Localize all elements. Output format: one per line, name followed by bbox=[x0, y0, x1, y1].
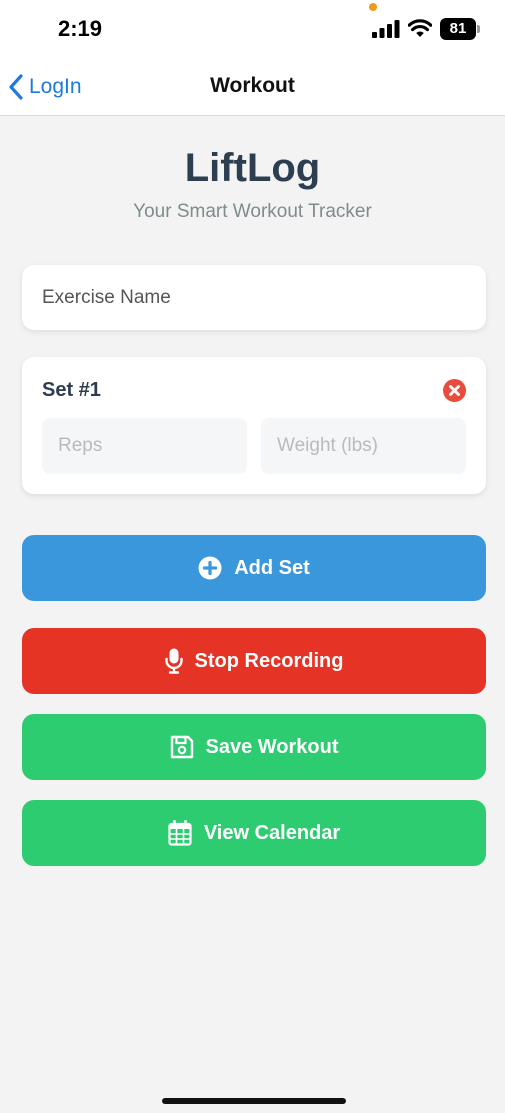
add-set-button[interactable]: Add Set bbox=[22, 535, 486, 601]
stop-recording-button[interactable]: Stop Recording bbox=[22, 628, 486, 694]
plus-circle-icon bbox=[198, 556, 222, 580]
status-bar: 2:19 81 bbox=[0, 0, 505, 58]
floppy-disk-icon bbox=[170, 735, 193, 759]
cellular-signal-icon bbox=[372, 20, 400, 38]
privacy-indicator-dot bbox=[369, 3, 377, 11]
battery-icon: 81 bbox=[440, 18, 480, 40]
stop-recording-label: Stop Recording bbox=[194, 649, 344, 672]
reps-input[interactable] bbox=[42, 418, 247, 474]
close-circle-icon[interactable] bbox=[443, 379, 466, 402]
battery-level: 81 bbox=[440, 18, 476, 40]
set-card: Set #1 bbox=[22, 357, 486, 494]
page-title: Workout bbox=[210, 74, 295, 97]
battery-nub bbox=[477, 25, 480, 33]
view-calendar-button[interactable]: View Calendar bbox=[22, 800, 486, 866]
view-calendar-label: View Calendar bbox=[203, 821, 341, 844]
set-title: Set #1 bbox=[42, 379, 101, 401]
microphone-icon bbox=[164, 648, 183, 674]
navigation-bar: LogIn Workout bbox=[0, 58, 505, 116]
status-time: 2:19 bbox=[58, 16, 103, 41]
save-workout-button[interactable]: Save Workout bbox=[22, 714, 486, 780]
app-title: LiftLog bbox=[184, 146, 321, 190]
app-subtitle: Your Smart Workout Tracker bbox=[133, 201, 372, 222]
home-indicator bbox=[162, 1098, 346, 1104]
weight-input[interactable] bbox=[261, 418, 466, 474]
wifi-icon bbox=[408, 19, 432, 37]
calendar-icon bbox=[168, 820, 192, 846]
add-set-label: Add Set bbox=[234, 556, 310, 579]
save-workout-label: Save Workout bbox=[205, 735, 339, 758]
exercise-name-input[interactable] bbox=[22, 265, 486, 330]
